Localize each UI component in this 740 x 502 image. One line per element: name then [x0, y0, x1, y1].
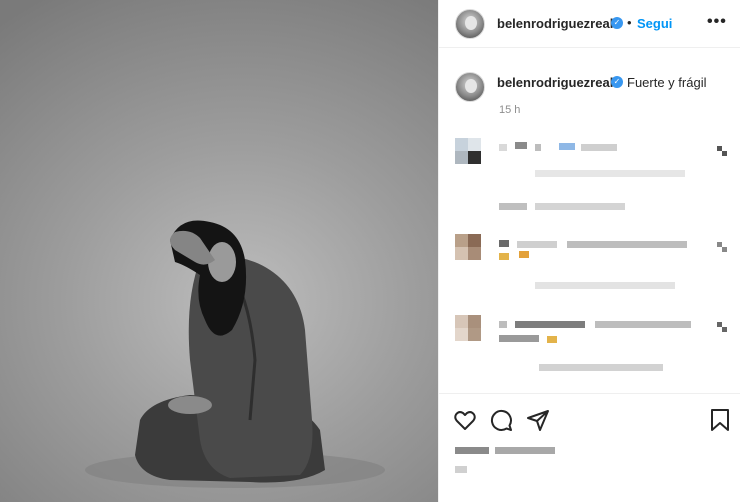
photo-artwork [85, 220, 385, 488]
header-separator: • [627, 15, 632, 30]
pixelated-text [539, 364, 663, 371]
pixelated-text [595, 321, 691, 328]
comment-avatar[interactable] [455, 234, 481, 260]
post-photo[interactable] [0, 0, 438, 502]
post-details-panel: belenrodriguezreal ✓ • Segui ••• belenro… [438, 0, 740, 502]
author-username[interactable]: belenrodriguezreal [497, 16, 613, 31]
post-header: belenrodriguezreal ✓ • Segui ••• [439, 0, 740, 48]
comment-like-icon[interactable] [717, 242, 727, 252]
caption-verified-badge-icon: ✓ [611, 76, 623, 88]
post-actions [439, 393, 740, 502]
pixelated-text [495, 447, 555, 454]
pixelated-text [499, 144, 507, 151]
pixelated-text [535, 282, 675, 289]
pixelated-text [567, 241, 687, 248]
pixelated-text [499, 335, 539, 342]
figure-lap-hands [168, 396, 212, 414]
more-options-icon[interactable]: ••• [707, 13, 727, 31]
comment-icon[interactable] [489, 408, 513, 432]
pixelated-emoji [499, 253, 509, 260]
comment-like-icon[interactable] [717, 146, 727, 156]
caption-username[interactable]: belenrodriguezreal [497, 75, 613, 90]
comment-avatar[interactable] [455, 138, 481, 164]
pixelated-avatar-icon [455, 315, 481, 341]
pixelated-text [559, 143, 575, 150]
pixelated-text [499, 240, 509, 247]
comment-like-icon[interactable] [717, 322, 727, 332]
pixelated-avatar-icon [455, 234, 481, 260]
pixelated-emoji [547, 336, 557, 343]
caption-text: Fuerte y frágil [627, 75, 707, 90]
comment-avatar[interactable] [455, 315, 481, 341]
author-avatar[interactable] [455, 9, 485, 39]
pixelated-emoji [519, 251, 529, 258]
caption-avatar[interactable] [455, 72, 485, 102]
paper-plane-icon[interactable] [526, 408, 550, 432]
follow-button[interactable]: Segui [637, 16, 672, 31]
pixelated-text [515, 321, 585, 328]
pixelated-text [535, 203, 625, 210]
bookmark-icon[interactable] [709, 408, 731, 432]
pixelated-text [455, 447, 489, 454]
figure-face [208, 242, 236, 282]
pixelated-text [535, 170, 685, 177]
pixelated-text [499, 203, 527, 210]
pixelated-text [581, 144, 617, 151]
pixelated-text [535, 144, 541, 151]
pixelated-text [455, 466, 467, 473]
pixelated-text [515, 142, 527, 149]
caption-timestamp: 15 h [499, 104, 521, 116]
pixelated-text [517, 241, 557, 248]
heart-icon[interactable] [453, 408, 477, 432]
pixelated-avatar-icon [455, 138, 481, 164]
pixelated-text [499, 321, 507, 328]
verified-badge-icon: ✓ [611, 17, 623, 29]
